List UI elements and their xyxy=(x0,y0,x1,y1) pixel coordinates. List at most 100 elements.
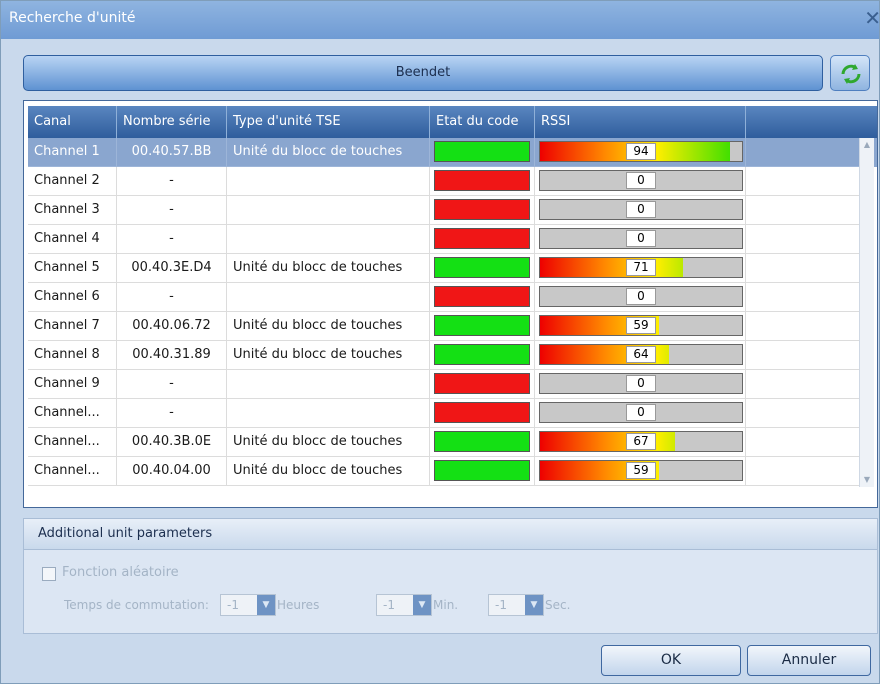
refresh-button[interactable] xyxy=(830,55,870,91)
rssi-bar: 59 xyxy=(539,315,743,336)
rssi-bar-fill xyxy=(540,258,684,277)
rssi-bar: 94 xyxy=(539,141,743,162)
unit-table: Canal Nombre série Type d'unité TSE Etat… xyxy=(23,100,878,508)
code-state-cell xyxy=(430,167,535,196)
empty-cell xyxy=(746,283,863,312)
rssi-cell: 0 xyxy=(535,399,746,428)
serial-cell: - xyxy=(117,370,227,399)
unit-type-cell: Unité du blocc de touches xyxy=(227,312,430,341)
refresh-icon xyxy=(841,64,861,84)
code-state-indicator xyxy=(434,257,530,278)
canal-cell: Channel... xyxy=(28,428,117,457)
chevron-down-icon[interactable]: ▼ xyxy=(413,595,431,615)
empty-cell xyxy=(746,196,863,225)
code-state-indicator xyxy=(434,460,530,481)
code-state-cell xyxy=(430,196,535,225)
code-state-indicator xyxy=(434,344,530,365)
rssi-value: 64 xyxy=(626,346,656,363)
unit-type-cell xyxy=(227,399,430,428)
rssi-bar: 0 xyxy=(539,286,743,307)
empty-cell xyxy=(746,399,863,428)
table-row[interactable]: Channel 6- 0 xyxy=(28,283,877,312)
code-state-indicator xyxy=(434,228,530,249)
rssi-cell: 0 xyxy=(535,167,746,196)
canal-cell: Channel 9 xyxy=(28,370,117,399)
chevron-down-icon[interactable]: ▼ xyxy=(257,595,275,615)
code-state-indicator xyxy=(434,286,530,307)
table-row[interactable]: Channel 5 00.40.3E.D4 Unité du blocc de to… xyxy=(28,254,877,283)
empty-cell xyxy=(746,457,863,486)
code-state-cell xyxy=(430,428,535,457)
table-row[interactable]: Channel 4- 0 xyxy=(28,225,877,254)
rssi-value: 0 xyxy=(626,288,656,305)
unit-type-cell xyxy=(227,225,430,254)
table-row[interactable]: Channel 1 00.40.57.BB Unité du blocc de to… xyxy=(28,138,877,167)
code-state-indicator xyxy=(434,315,530,336)
ok-button[interactable]: OK xyxy=(601,645,741,676)
scroll-down-icon[interactable]: ▼ xyxy=(860,475,874,485)
rssi-cell: 94 xyxy=(535,138,746,167)
window-title: Recherche d'unité xyxy=(9,10,136,26)
seconds-spinner[interactable]: -1 ▼ xyxy=(488,594,544,616)
canal-cell: Channel 1 xyxy=(28,138,117,167)
rssi-bar: 0 xyxy=(539,199,743,220)
close-icon[interactable]: ✕ xyxy=(864,6,880,30)
chevron-down-icon[interactable]: ▼ xyxy=(525,595,543,615)
empty-cell xyxy=(746,312,863,341)
rssi-value: 94 xyxy=(626,143,656,160)
canal-cell: Channel... xyxy=(28,399,117,428)
cancel-button[interactable]: Annuler xyxy=(747,645,871,676)
serial-cell: - xyxy=(117,283,227,312)
table-row[interactable]: Channel... 00.40.04.00 Unité du blocc de t… xyxy=(28,457,877,486)
rssi-cell: 0 xyxy=(535,196,746,225)
rssi-bar: 67 xyxy=(539,431,743,452)
rssi-cell: 71 xyxy=(535,254,746,283)
column-header-serial[interactable]: Nombre série xyxy=(117,106,227,138)
params-title: Additional unit parameters xyxy=(38,526,213,541)
code-state-cell xyxy=(430,283,535,312)
scroll-up-icon[interactable]: ▲ xyxy=(860,140,874,150)
status-bar: Beendet xyxy=(23,55,823,91)
column-header-type[interactable]: Type d'unité TSE xyxy=(227,106,430,138)
rssi-value: 67 xyxy=(626,433,656,450)
unit-type-cell xyxy=(227,167,430,196)
random-function-checkbox[interactable] xyxy=(42,567,56,581)
table-row[interactable]: Channel 3- 0 xyxy=(28,196,877,225)
table-row[interactable]: Channel 7 00.40.06.72 Unité du blocc de to… xyxy=(28,312,877,341)
rssi-value: 0 xyxy=(626,230,656,247)
serial-cell: 00.40.06.72 xyxy=(117,312,227,341)
column-header-empty xyxy=(746,106,877,138)
table-row[interactable]: Channel... 00.40.3B.0E Unité du blocc de t… xyxy=(28,428,877,457)
code-state-indicator xyxy=(434,431,530,452)
empty-cell xyxy=(746,341,863,370)
serial-cell: 00.40.04.00 xyxy=(117,457,227,486)
column-header-rssi[interactable]: RSSI xyxy=(535,106,746,138)
empty-cell xyxy=(746,138,863,167)
column-header-etat[interactable]: Etat du code xyxy=(430,106,535,138)
rssi-bar: 0 xyxy=(539,170,743,191)
code-state-indicator xyxy=(434,373,530,394)
rssi-bar: 0 xyxy=(539,402,743,423)
code-state-indicator xyxy=(434,141,530,162)
table-row[interactable]: Channel 2- 0 xyxy=(28,167,877,196)
unit-type-cell: Unité du blocc de touches xyxy=(227,254,430,283)
switch-time-label: Temps de commutation: xyxy=(64,598,209,612)
rssi-cell: 0 xyxy=(535,225,746,254)
table-row[interactable]: Channel... - 0 xyxy=(28,399,877,428)
column-header-canal[interactable]: Canal xyxy=(28,106,117,138)
rssi-cell: 59 xyxy=(535,457,746,486)
table-row[interactable]: Channel 9- 0 xyxy=(28,370,877,399)
canal-cell: Channel... xyxy=(28,457,117,486)
serial-cell: - xyxy=(117,399,227,428)
hours-spinner[interactable]: -1 ▼ xyxy=(220,594,276,616)
minutes-unit: Min. xyxy=(433,598,459,612)
unit-type-cell: Unité du blocc de touches xyxy=(227,341,430,370)
minutes-spinner[interactable]: -1 ▼ xyxy=(376,594,432,616)
code-state-cell xyxy=(430,138,535,167)
canal-cell: Channel 3 xyxy=(28,196,117,225)
vertical-scrollbar[interactable]: ▲ ▼ xyxy=(859,138,874,487)
unit-search-dialog: Recherche d'unité ✕ Beendet Canal Nombre… xyxy=(0,0,880,684)
table-row[interactable]: Channel 8 00.40.31.89 Unité du blocc de to… xyxy=(28,341,877,370)
rssi-bar: 64 xyxy=(539,344,743,365)
rssi-cell: 67 xyxy=(535,428,746,457)
